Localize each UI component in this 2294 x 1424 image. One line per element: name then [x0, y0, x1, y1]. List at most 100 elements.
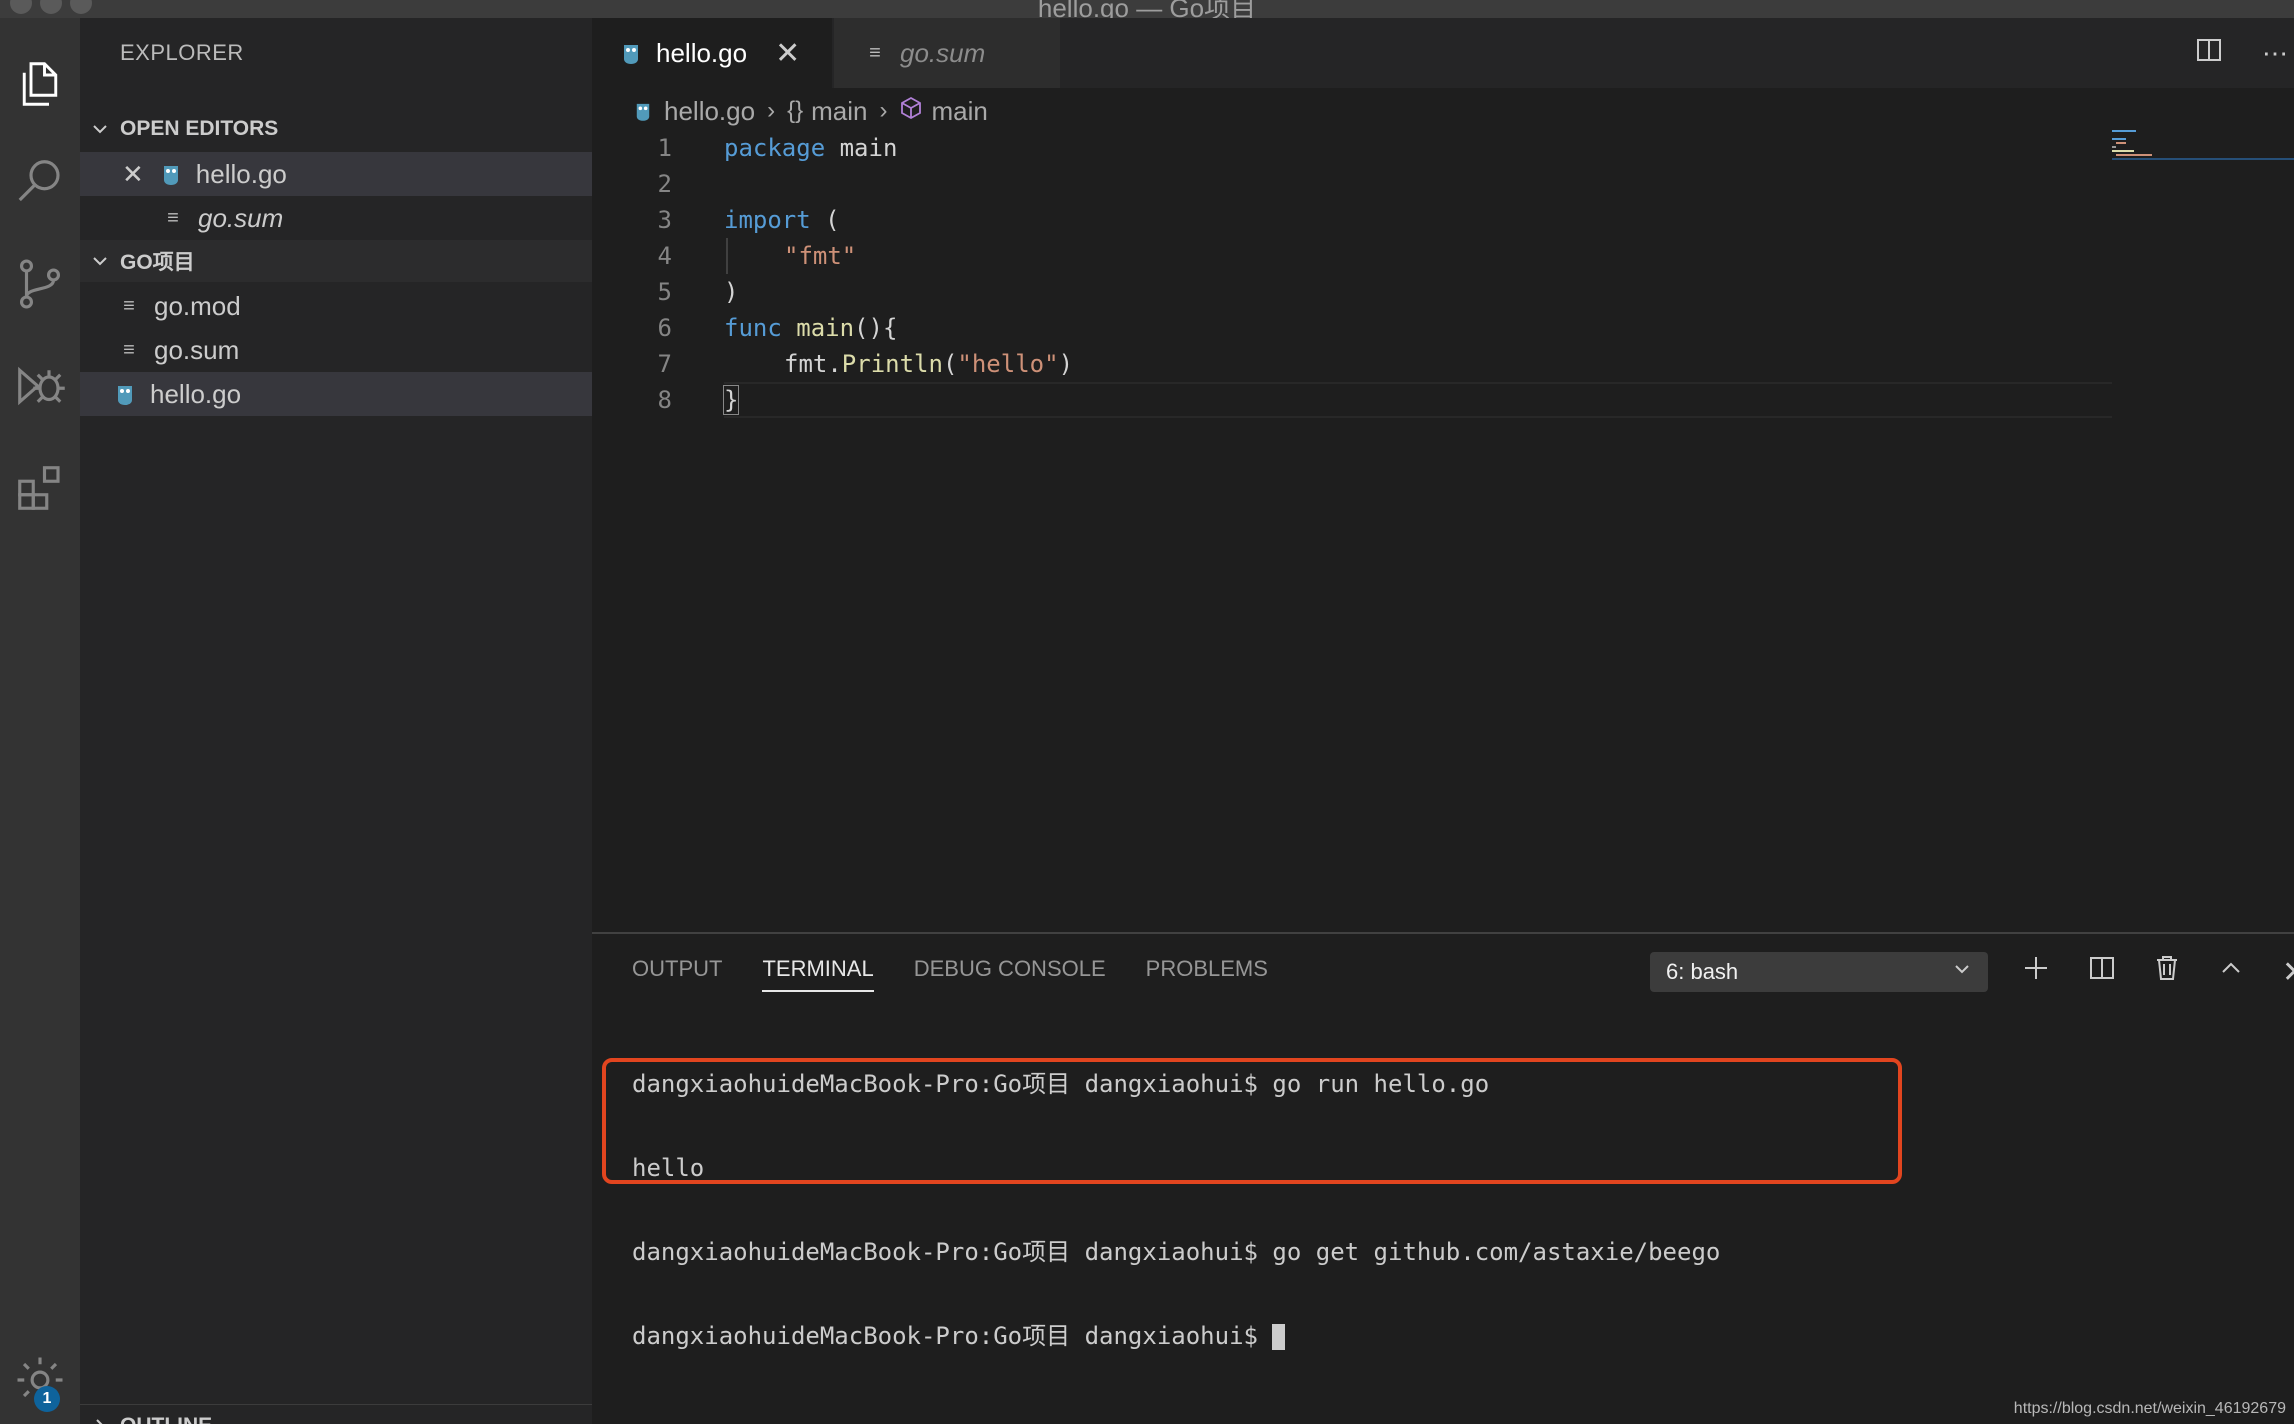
file-item-hello-go[interactable]: hello.go — [80, 372, 592, 416]
chevron-down-icon — [80, 119, 120, 139]
chevron-down-icon — [80, 251, 120, 271]
breadcrumb-scope[interactable]: main — [811, 96, 867, 127]
go-file-icon — [114, 381, 136, 407]
code-token: import — [724, 206, 811, 234]
breadcrumb: hello.go › {} main › main — [632, 92, 988, 130]
code-token: "fmt" — [784, 242, 857, 270]
file-item-go-sum[interactable]: ≡ go.sum — [80, 328, 592, 372]
code-token: ) — [724, 278, 739, 306]
line-number: 1 — [657, 134, 672, 162]
code-line: 7 fmt.Println("hello") — [592, 346, 2112, 382]
code-line: 5 ) — [592, 274, 2112, 310]
code-token: fmt. — [784, 350, 842, 378]
text-file-icon: ≡ — [123, 338, 135, 361]
code-token: main — [781, 314, 855, 342]
symbol-method-icon — [899, 96, 923, 127]
go-file-icon — [620, 40, 642, 66]
chevron-up-icon[interactable] — [2218, 955, 2244, 989]
activity-bar: 1 — [0, 18, 80, 1424]
title-bar: hello.go — Go项目 — [0, 0, 2294, 23]
editor-actions: ⋯ — [2196, 18, 2294, 88]
explorer-sidebar: EXPLORER OPEN EDITORS ✕ hello.go ≡ go.su… — [80, 18, 592, 1424]
chevron-right-icon: › — [879, 97, 888, 124]
minimap[interactable] — [2112, 130, 2294, 170]
project-folder-header[interactable]: GO项目 — [80, 240, 592, 282]
close-icon[interactable]: ✕ — [775, 36, 800, 71]
editor-tabs: hello.go ✕ ≡ go.sum — [592, 18, 2294, 88]
file-label: go.sum — [154, 334, 240, 365]
open-editor-label: go.sum — [198, 202, 284, 233]
panel-actions: ✕ — [2022, 948, 2294, 996]
tab-terminal[interactable]: TERMINAL — [762, 956, 874, 992]
line-number: 4 — [657, 242, 672, 270]
namespace-icon: {} — [787, 97, 804, 124]
open-editor-item-hello-go[interactable]: ✕ hello.go — [80, 152, 592, 196]
breadcrumb-symbol[interactable]: main — [931, 96, 987, 127]
indent-guide — [726, 238, 728, 274]
outline-label: OUTLINE — [120, 1414, 212, 1424]
code-token: ) — [1058, 350, 1074, 378]
open-editors-label: OPEN EDITORS — [120, 117, 279, 140]
watermark: https://blog.csdn.net/weixin_46192679 — [2013, 1400, 2286, 1417]
line-number: 7 — [657, 350, 672, 378]
line-number: 6 — [657, 314, 672, 342]
close-panel-icon[interactable]: ✕ — [2282, 955, 2294, 990]
code-token: func — [724, 314, 782, 342]
file-label: go.mod — [154, 290, 241, 321]
extensions-icon[interactable] — [0, 448, 80, 528]
tab-label: hello.go — [656, 37, 748, 68]
code-token: Println — [841, 350, 943, 378]
split-terminal-icon[interactable] — [2088, 954, 2116, 990]
tab-debug-console[interactable]: DEBUG CONSOLE — [914, 956, 1106, 982]
panel-tabs: OUTPUT TERMINAL DEBUG CONSOLE PROBLEMS — [632, 934, 1268, 1004]
current-line-highlight — [724, 382, 2112, 418]
outline-header[interactable]: OUTLINE — [80, 1404, 592, 1424]
tab-hello-go[interactable]: hello.go ✕ — [592, 18, 832, 88]
settings-badge: 1 — [34, 1386, 60, 1412]
more-actions-icon[interactable]: ⋯ — [2262, 38, 2288, 69]
terminal-prompt-line: dangxiaohuideMacBook-Pro:Go项目 dangxiaohu… — [632, 1322, 1720, 1350]
code-line: 3 import ( — [592, 202, 2112, 238]
code-line: 1 package main — [592, 130, 2112, 166]
search-icon[interactable] — [0, 142, 80, 222]
terminal-selector[interactable]: 6: bash — [1650, 952, 1988, 992]
new-terminal-icon[interactable] — [2022, 954, 2050, 990]
sidebar-title: EXPLORER — [120, 40, 244, 65]
go-file-icon — [160, 161, 182, 187]
text-file-icon: ≡ — [167, 206, 179, 229]
go-file-icon — [632, 98, 654, 124]
tab-output[interactable]: OUTPUT — [632, 956, 722, 982]
code-line: 2 — [592, 166, 2112, 202]
split-editor-icon[interactable] — [2196, 37, 2222, 70]
line-number: 5 — [657, 278, 672, 306]
line-number: 3 — [657, 206, 672, 234]
tab-problems[interactable]: PROBLEMS — [1146, 956, 1268, 982]
code-editor[interactable]: 1 package main 2 3 import ( 4 "fmt" 5 ) … — [592, 130, 2112, 418]
terminal-line: dangxiaohuideMacBook-Pro:Go项目 dangxiaohu… — [632, 1322, 1273, 1350]
debug-icon[interactable] — [0, 346, 80, 426]
explorer-icon[interactable] — [0, 44, 80, 124]
line-number: 2 — [657, 170, 672, 198]
chevron-down-icon — [1952, 959, 1972, 985]
terminal-line: dangxiaohuideMacBook-Pro:Go项目 dangxiaohu… — [632, 1238, 1721, 1266]
close-icon[interactable]: ✕ — [122, 159, 144, 190]
tab-label: go.sum — [900, 37, 986, 68]
source-control-icon[interactable] — [0, 244, 80, 324]
terminal-selector-value: 6: bash — [1666, 959, 1739, 984]
terminal-cursor — [1272, 1324, 1286, 1350]
code-token: package — [724, 134, 826, 162]
chevron-right-icon: › — [767, 97, 776, 124]
project-folder-label: GO项目 — [120, 251, 195, 274]
text-file-icon: ≡ — [123, 294, 135, 317]
code-token: main — [825, 134, 898, 162]
code-line: 6 func main(){ — [592, 310, 2112, 346]
file-item-go-mod[interactable]: ≡ go.mod — [80, 284, 592, 328]
code-token: (){ — [854, 314, 898, 342]
tab-go-sum[interactable]: ≡ go.sum — [834, 18, 1060, 88]
breadcrumb-file[interactable]: hello.go — [664, 96, 755, 127]
code-token: ( — [942, 350, 958, 378]
trash-icon[interactable] — [2154, 954, 2180, 990]
open-editors-header[interactable]: OPEN EDITORS — [80, 108, 592, 150]
code-token: ( — [810, 206, 840, 234]
open-editor-item-go-sum[interactable]: ≡ go.sum — [80, 196, 592, 240]
